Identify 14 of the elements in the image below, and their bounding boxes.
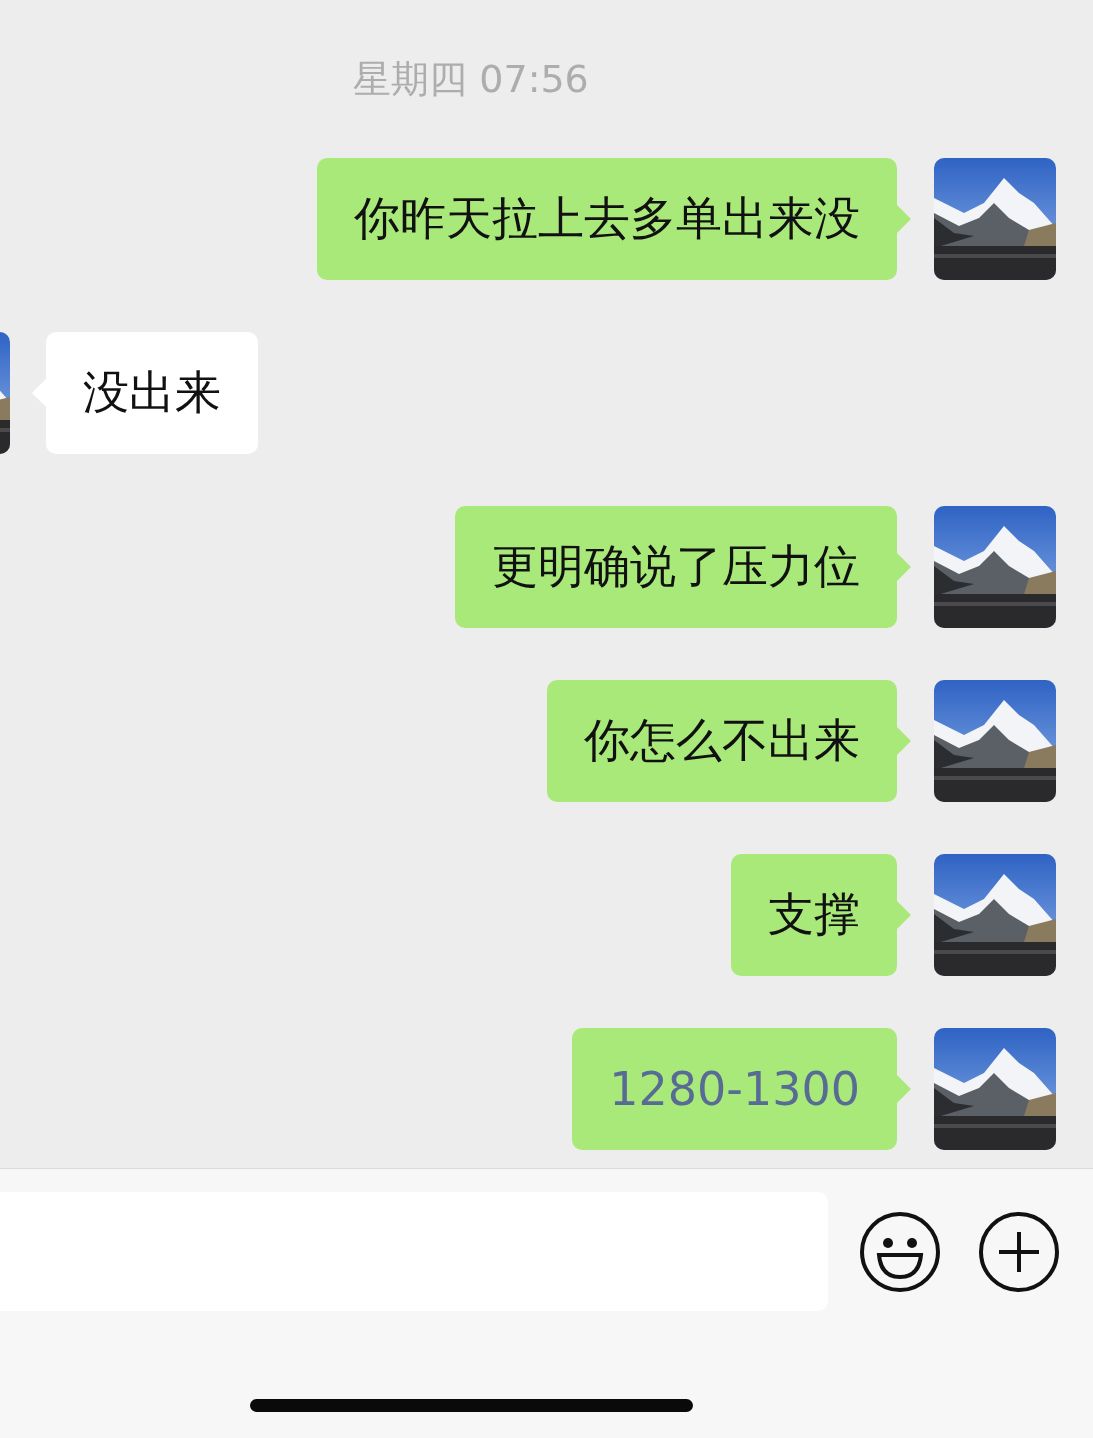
plus-icon[interactable] xyxy=(978,1210,1060,1293)
message-bubble: 1280-1300 xyxy=(572,1028,897,1150)
bubble-tail xyxy=(897,901,911,929)
bubble-tail xyxy=(897,1075,911,1103)
message-bubble: 你昨天拉上去多单出来没 xyxy=(317,158,897,280)
timestamp: 星期四 07:56 xyxy=(352,56,590,103)
message-bubble: 支撑 xyxy=(731,854,897,976)
bubble-tail xyxy=(897,553,911,581)
bubble-tail xyxy=(897,727,911,755)
message-bubble: 更明确说了压力位 xyxy=(455,506,897,628)
message-bubble: 没出来 xyxy=(46,332,258,454)
emoji-icon[interactable] xyxy=(859,1210,941,1293)
bubble-tail xyxy=(897,205,911,233)
message-bubble: 你怎么不出来 xyxy=(547,680,897,802)
